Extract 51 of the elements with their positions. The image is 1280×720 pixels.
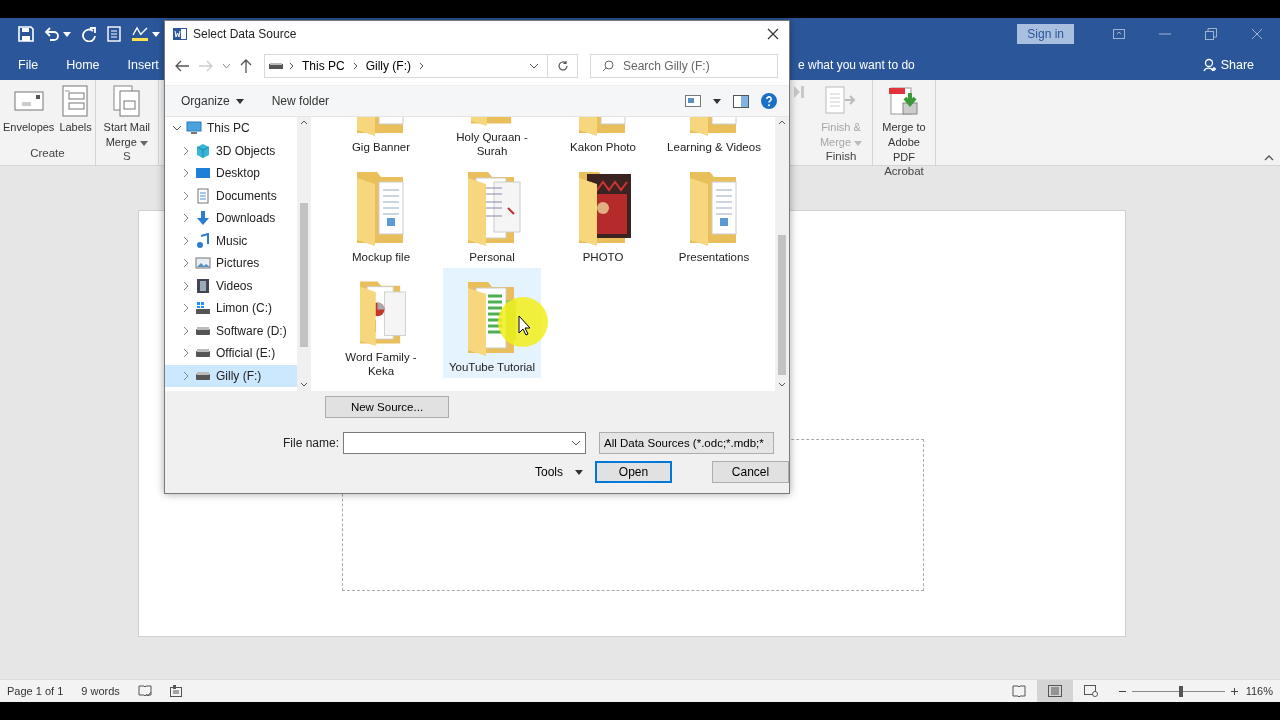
file-type-dropdown[interactable]: All Data Sources (*.odc;*.mdb;* [599, 432, 774, 454]
tree-item[interactable]: Documents [165, 184, 297, 207]
folder-item[interactable]: Gig Banner [332, 117, 430, 158]
tree-item[interactable]: Downloads [165, 207, 297, 230]
ribbon-button[interactable]: Envelopes [1, 80, 57, 147]
folder-item[interactable]: Personal [443, 158, 541, 268]
open-button[interactable]: Open [595, 461, 673, 483]
address-bar[interactable]: This PC Gilly (F:) [264, 54, 548, 78]
tree-item[interactable]: This PC [165, 117, 297, 140]
new-source-button[interactable]: New Source... [325, 396, 449, 418]
group-label: Create [29, 147, 66, 161]
folder-item[interactable]: PHOTO [554, 158, 652, 268]
ribbon-tab[interactable]: Home [56, 54, 110, 76]
group-label: S [121, 150, 132, 164]
tools-button[interactable]: Tools [531, 462, 587, 482]
ribbon-button[interactable]: Labels [57, 80, 94, 147]
tree-item[interactable]: Videos [165, 274, 297, 297]
folder-item[interactable]: Word Family - Keka [332, 268, 430, 378]
ribbon-button[interactable]: Merge to Adobe PDF [874, 80, 934, 165]
ribbon-tab[interactable]: Insert [117, 54, 169, 76]
search-field[interactable]: Search Gilly (F:) [590, 54, 778, 78]
new-folder-button[interactable]: New folder [265, 91, 336, 111]
tree-item[interactable]: Limon (C:) [165, 297, 297, 320]
tree-item[interactable]: Gilly (F:) [165, 364, 297, 387]
folder-item[interactable]: Mockup file [332, 158, 430, 268]
group-label: Acrobat [883, 165, 925, 177]
organize-button[interactable]: Organize [175, 91, 250, 111]
tree-item[interactable]: Pictures [165, 252, 297, 275]
page-count[interactable]: Page 1 of 1 [7, 685, 64, 697]
tree-item[interactable]: 3D Objects [165, 139, 297, 162]
tree-item[interactable]: Music [165, 229, 297, 252]
tree-item[interactable]: Software (D:) [165, 319, 297, 342]
folder-item[interactable]: Kakon Photo [554, 117, 652, 158]
tree-item[interactable]: Official (E:) [165, 342, 297, 365]
dialog-title: Select Data Source [193, 27, 297, 41]
field-label: File name: [281, 436, 339, 450]
breadcrumb-item[interactable]: Gilly (F:) [363, 59, 413, 73]
breadcrumb-item[interactable]: This PC [300, 59, 347, 73]
share-button[interactable]: Share [1196, 57, 1260, 73]
folder-item[interactable]: Holy Quraan - Surah [443, 117, 541, 158]
group-label: Finish [824, 150, 858, 164]
ribbon-button[interactable]: Start Mail Merge [96, 80, 157, 150]
cancel-button[interactable]: Cancel [712, 461, 789, 483]
sign-in-button[interactable]: Sign in [1017, 24, 1074, 44]
ribbon-tab[interactable]: File [8, 54, 49, 76]
zoom-level[interactable]: 116% [1245, 685, 1273, 697]
folder-item[interactable]: Learning & Videos [665, 117, 763, 158]
tell-me-field[interactable]: e what you want to do [798, 58, 915, 72]
word-count[interactable]: 9 words [81, 685, 120, 697]
tree-item[interactable]: Desktop [165, 162, 297, 185]
folder-item[interactable]: Presentations [665, 158, 763, 268]
